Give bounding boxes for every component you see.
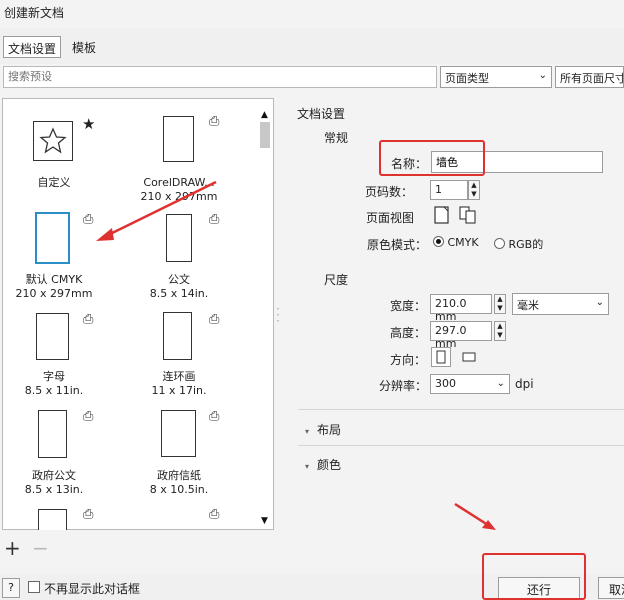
template-size: 8.5 x 14in.	[149, 287, 209, 300]
add-preset-button[interactable]: +	[4, 536, 21, 560]
resolution-value: 300	[435, 377, 456, 390]
chevron-down-icon: ▾	[305, 427, 310, 436]
annotation-highlight-ok	[482, 553, 586, 600]
printer-icon: ⎙	[209, 507, 220, 522]
template-name: 政府信纸	[157, 469, 201, 482]
height-spinner[interactable]: ▲ ▼	[494, 321, 506, 341]
radio-unselected-icon	[494, 238, 505, 249]
template-scrollbar[interactable]	[258, 104, 272, 528]
custom-template-thumb[interactable]	[33, 121, 73, 161]
page-type-value: 页面类型	[445, 72, 489, 85]
page-size-value: 所有页面尺寸	[560, 72, 624, 85]
layout-section-label: 布局	[317, 423, 342, 437]
dimensions-heading: 尺度	[324, 273, 349, 287]
template-thumb-gov-letter[interactable]	[161, 410, 196, 457]
annotation-arrow-left	[96, 180, 217, 241]
printer-icon: ⎙	[83, 409, 94, 424]
printer-icon: ⎙	[83, 312, 94, 327]
unit-value: 毫米	[517, 299, 539, 312]
printer-icon: ⎙	[209, 312, 220, 327]
width-input[interactable]: 210.0 mm	[430, 294, 492, 323]
template-thumb-coreldraw[interactable]	[163, 116, 194, 162]
cancel-button[interactable]: 取消	[598, 577, 624, 599]
chevron-down-icon: ▾	[305, 462, 310, 471]
template-thumb-tabloid[interactable]	[163, 312, 192, 360]
unit-select[interactable]: 毫米 ⌄	[512, 293, 609, 315]
pane-splitter[interactable]: · · ·	[276, 303, 280, 327]
single-page-view-icon[interactable]	[432, 205, 452, 225]
template-size: 8.5 x 11in.	[24, 384, 84, 397]
chevron-down-icon: ⌄	[595, 297, 604, 308]
orientation-label: 方向：	[390, 353, 427, 367]
template-name: 政府公文	[32, 469, 76, 482]
favorite-star-icon[interactable]: ★	[82, 115, 95, 133]
height-input[interactable]: 297.0 mm	[430, 321, 492, 350]
resolution-label: 分辨率：	[379, 379, 428, 393]
page-view-label: 页面视图	[366, 211, 415, 225]
scroll-up-icon[interactable]: ▲	[261, 110, 268, 120]
scroll-thumb[interactable]	[260, 122, 270, 148]
template-name: 默认 CMYK	[25, 273, 83, 286]
color-mode-rgb[interactable]: RGB的	[494, 236, 543, 252]
divider	[298, 445, 624, 446]
pages-label: 页码数：	[365, 185, 414, 199]
tab-document-settings[interactable]: 文档设置	[3, 36, 62, 58]
template-size: 8 x 10.5in.	[149, 483, 209, 496]
pages-spinner[interactable]: ▲ ▼	[468, 180, 480, 200]
color-mode-cmyk[interactable]: CMYK	[433, 236, 479, 249]
color-mode-label: 原色模式：	[367, 238, 428, 252]
search-input[interactable]	[3, 66, 437, 88]
template-name: 字母	[43, 370, 65, 383]
doc-settings-heading: 文档设置	[297, 107, 346, 121]
printer-icon: ⎙	[83, 507, 94, 522]
dont-show-checkbox[interactable]	[28, 581, 40, 593]
radio-selected-icon	[433, 236, 444, 247]
page-size-select[interactable]: 所有页面尺寸	[555, 66, 624, 88]
template-thumb-gov-legal[interactable]	[38, 410, 67, 458]
tab-templates[interactable]: 模板	[68, 36, 100, 58]
landscape-orientation-icon[interactable]	[459, 347, 479, 367]
printer-icon: ⎙	[209, 409, 220, 424]
annotation-highlight-name	[379, 140, 485, 176]
multi-page-view-icon[interactable]	[458, 205, 478, 225]
help-button[interactable]: ?	[2, 578, 20, 598]
dont-show-label: 不再显示此对话框	[44, 582, 141, 596]
general-heading: 常规	[324, 131, 349, 145]
star-outline-icon	[39, 127, 67, 154]
page-type-select[interactable]: 页面类型 ⌄	[440, 66, 552, 88]
portrait-orientation-icon[interactable]	[431, 347, 451, 367]
template-size: 210 x 297mm	[15, 287, 93, 300]
template-size: 8.5 x 13in.	[24, 483, 84, 496]
template-thumb-partial[interactable]	[38, 509, 67, 530]
printer-icon: ⎙	[209, 114, 220, 129]
height-label: 高度：	[390, 326, 427, 340]
template-name: 连环画	[162, 370, 196, 383]
template-size: 11 x 17in.	[151, 384, 207, 397]
resolution-unit: dpi	[515, 377, 534, 391]
color-mode-cmyk-label: CMYK	[447, 236, 479, 249]
remove-preset-button[interactable]: −	[32, 536, 49, 560]
width-label: 宽度：	[390, 299, 427, 313]
template-name: 公文	[168, 273, 190, 286]
scroll-down-icon[interactable]: ▼	[261, 516, 268, 526]
chevron-down-icon: ⌄	[496, 378, 505, 389]
color-mode-rgb-label: RGB的	[508, 238, 544, 251]
layout-section-toggle[interactable]: ▾ 布局	[305, 421, 341, 438]
divider	[298, 409, 624, 410]
width-spinner[interactable]: ▲ ▼	[494, 294, 506, 314]
template-thumb-letter[interactable]	[36, 313, 69, 360]
window-title: 创建新文档	[4, 6, 65, 20]
resolution-select[interactable]: 300 ⌄	[430, 374, 510, 394]
color-section-toggle[interactable]: ▾ 颜色	[305, 456, 341, 473]
pages-input[interactable]: 1	[430, 180, 468, 200]
chevron-down-icon: ⌄	[538, 70, 547, 81]
color-section-label: 颜色	[317, 458, 342, 472]
annotation-arrow-right	[454, 502, 496, 530]
template-thumb-default-cmyk[interactable]	[35, 212, 70, 264]
